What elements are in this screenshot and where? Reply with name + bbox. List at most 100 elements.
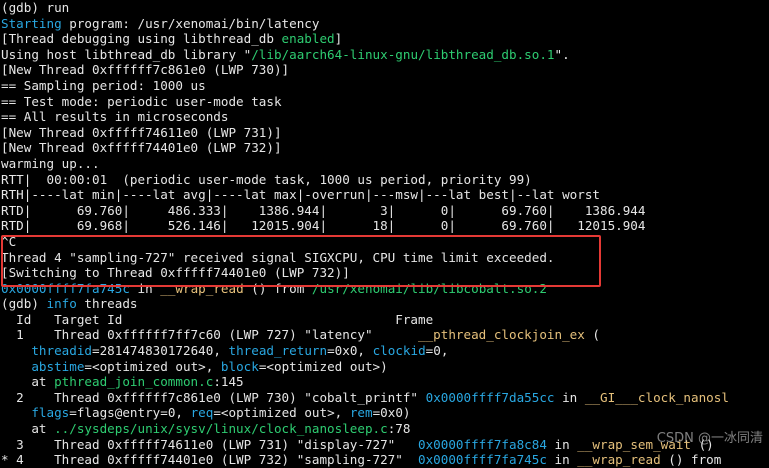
terminal-text: block (220, 358, 259, 374)
terminal-text: __pthread_clockjoin_ex (418, 327, 585, 343)
terminal-text: clockid (372, 343, 426, 359)
terminal-line: (gdb) run (0, 0, 769, 16)
terminal-text: __wrap_read (577, 452, 661, 468)
terminal-line: ^C (0, 234, 769, 250)
terminal-line: warming up... (0, 156, 769, 172)
terminal-line: == Test mode: periodic user-mode task (0, 94, 769, 110)
terminal-line: at ../sysdeps/unix/sysv/linux/clock_nano… (0, 421, 769, 437)
watermark: CSDN @一冰同清 (656, 431, 763, 446)
terminal-text: [New Thread 0xffffff7c861e0 (LWP 730)] (1, 62, 290, 78)
terminal-text: flags (31, 405, 70, 421)
terminal-text: =0x0, (327, 343, 373, 359)
terminal-text: ../sysdeps/unix/sysv/linux/clock_nanosle… (54, 421, 388, 437)
terminal-line: RTD| 69.968| 526.146| 12015.904| 18| 0| … (0, 218, 769, 234)
terminal-text: Thread 4 "sampling-727" received signal … (1, 249, 555, 265)
terminal-text: at (1, 421, 55, 437)
terminal-text: 0x0000ffff7fa745c (1, 280, 130, 296)
terminal-text: ^C (1, 233, 17, 249)
terminal-line: == Sampling period: 1000 us (0, 78, 769, 94)
terminal-text: Id Target Id Frame (1, 311, 434, 327)
terminal-text: 0x0000ffff7da55cc (425, 389, 555, 405)
terminal-text: /lib/aarch64-linux-gnu/libthread_db.so.1 (251, 46, 555, 62)
terminal-text: __wrap_read (160, 280, 244, 296)
terminal-text: ". (554, 46, 570, 62)
terminal-line: RTD| 69.760| 486.333| 1386.944| 3| 0| 69… (0, 203, 769, 219)
terminal-text: threadid (31, 343, 93, 359)
terminal-text: 3 Thread 0xfffff74611e0 (LWP 731) "displ… (1, 436, 419, 452)
terminal-text: enabled (281, 31, 335, 47)
terminal-text: =<optimized out>) (258, 358, 388, 374)
terminal-line: 1 Thread 0xffffff7ff7c60 (LWP 727) "late… (0, 327, 769, 343)
terminal-line: [Thread debugging using libthread_db ena… (0, 31, 769, 47)
terminal-text: =0x0) (372, 405, 411, 421)
terminal-text: 1 Thread 0xffffff7ff7c60 (LWP 727) "late… (1, 327, 419, 343)
terminal-text: =<optimized out>, (213, 405, 350, 421)
terminal-line: RTT| 00:00:01 (periodic user-mode task, … (0, 172, 769, 188)
terminal-text: threads (76, 296, 138, 312)
terminal-text: =0, (425, 343, 449, 359)
terminal-text: () from (660, 452, 722, 468)
terminal-text: == Test mode: periodic user-mode task (1, 93, 282, 109)
terminal-text: 0x0000ffff7fa745c (418, 452, 547, 468)
terminal-line: RTH|----lat min|----lat avg|----lat max|… (0, 187, 769, 203)
terminal-line: == All results in microseconds (0, 109, 769, 125)
terminal-line: Thread 4 "sampling-727" received signal … (0, 250, 769, 266)
terminal-line: (gdb) info threads (0, 296, 769, 312)
terminal-line: flags=flags@entry=0, req=<optimized out>… (0, 405, 769, 421)
terminal-text: abstime (31, 358, 85, 374)
terminal-text: RTH|----lat min|----lat avg|----lat max|… (1, 187, 600, 203)
terminal-line: threadid=281474830172640, thread_return=… (0, 343, 769, 359)
terminal-text: Using host libthread_db library " (1, 46, 252, 62)
terminal-text: at (1, 374, 55, 390)
terminal-text: 2 Thread 0xffffff7c861e0 (LWP 730) "coba… (1, 389, 426, 405)
terminal-line: [Switching to Thread 0xfffff74401e0 (LWP… (0, 265, 769, 281)
terminal-text: warming up... (1, 155, 100, 171)
terminal-text: :145 (213, 374, 244, 390)
terminal-text: in (546, 452, 578, 468)
terminal-text: pthread_join_common.c (54, 374, 214, 390)
terminal-text: 0x0000ffff7fa8c84 (418, 436, 547, 452)
terminal-text: RTD| 69.760| 486.333| 1386.944| 3| 0| 69… (1, 202, 646, 218)
terminal-line: Using host libthread_db library "/lib/aa… (0, 47, 769, 63)
terminal-text: program: /usr/xenomai/bin/latency (61, 15, 320, 31)
terminal-line: 0x0000ffff7fa745c in __wrap_read () from… (0, 281, 769, 297)
terminal-text: [Switching to Thread 0xfffff74401e0 (LWP… (1, 265, 350, 281)
terminal-text: =flags@entry=0, (69, 405, 191, 421)
terminal-line: [New Thread 0xfffff74401e0 (LWP 732)] (0, 140, 769, 156)
terminal-text: :78 (387, 421, 411, 437)
terminal-text: Starting (1, 15, 62, 31)
terminal-text: (gdb) run (1, 0, 70, 15)
terminal-text: [New Thread 0xfffff74401e0 (LWP 732)] (1, 140, 282, 156)
terminal-text: __GI___clock_nanosl (584, 389, 729, 405)
terminal-text: ( (584, 327, 600, 343)
terminal-text: RTT| 00:00:01 (periodic user-mode task, … (1, 171, 532, 187)
terminal-text: [Thread debugging using libthread_db (1, 31, 282, 47)
terminal-line: Id Target Id Frame (0, 312, 769, 328)
terminal-line: 2 Thread 0xffffff7c861e0 (LWP 730) "coba… (0, 390, 769, 406)
terminal-text: (gdb) (1, 296, 47, 312)
terminal-text: =<optimized out>, (84, 358, 221, 374)
terminal-text: rem (349, 405, 373, 421)
terminal-line: * 4 Thread 0xfffff74401e0 (LWP 732) "sam… (0, 452, 769, 468)
terminal-text: info (46, 296, 77, 312)
terminal-text: [New Thread 0xfffff74611e0 (LWP 731)] (1, 124, 282, 140)
terminal-text: () from (243, 280, 312, 296)
terminal-text: req (190, 405, 214, 421)
terminal-line: Starting program: /usr/xenomai/bin/laten… (0, 16, 769, 32)
terminal-line: [New Thread 0xffffff7c861e0 (LWP 730)] (0, 62, 769, 78)
terminal-text: RTD| 69.968| 526.146| 12015.904| 18| 0| … (1, 218, 646, 234)
terminal-window[interactable]: (gdb) run Starting program: /usr/xenomai/… (0, 0, 769, 467)
terminal-text: in (546, 436, 578, 452)
terminal-text: in (554, 389, 585, 405)
terminal-text: == All results in microseconds (1, 109, 229, 125)
terminal-text: ] (334, 31, 343, 47)
terminal-line: at pthread_join_common.c:145 (0, 374, 769, 390)
terminal-text: * 4 Thread 0xfffff74401e0 (LWP 732) "sam… (1, 452, 419, 468)
terminal-line: [New Thread 0xfffff74611e0 (LWP 731)] (0, 125, 769, 141)
terminal-text: =281474830172640, (92, 343, 229, 359)
terminal-text: /usr/xenomai/lib/libcobalt.so.2 (311, 280, 547, 296)
terminal-text: thread_return (228, 343, 328, 359)
